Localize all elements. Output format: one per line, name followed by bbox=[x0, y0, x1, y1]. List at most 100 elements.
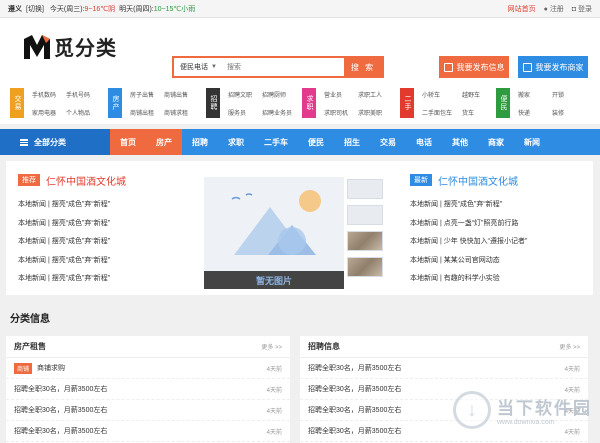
category-item[interactable]: 房子出售 bbox=[130, 90, 154, 100]
news-item[interactable]: 本地新闻 | 摆亮“成色”弃“新程” bbox=[410, 195, 527, 214]
switch-city-link[interactable]: [切换] bbox=[26, 4, 44, 14]
nav-item-house[interactable]: 房产 bbox=[146, 129, 182, 155]
search-button[interactable]: 搜 索 bbox=[344, 58, 382, 76]
category-tag[interactable]: 便民 bbox=[496, 88, 510, 118]
panel-house: 房产租售 更多 >> 商铺 商铺求购 4天前 招聘全职30名，月薪3500左右 4… bbox=[6, 336, 290, 443]
banner-image[interactable]: 暂无图片 bbox=[204, 177, 344, 289]
nav-item-enroll[interactable]: 招生 bbox=[334, 129, 370, 155]
news-latest: 最新 仁怀中国酒文化城 本地新闻 | 摆亮“成色”弃“新程” 本地新闻 | 点亮… bbox=[410, 173, 527, 288]
category-item[interactable]: 手机数码 bbox=[32, 90, 56, 100]
post-info-button[interactable]: 我要发布信息 bbox=[439, 56, 509, 78]
item-time: 4天前 bbox=[266, 408, 282, 415]
item-time: 4天前 bbox=[266, 366, 282, 373]
list-item[interactable]: 招聘全职30名，月薪3500左右 4天前 bbox=[6, 421, 290, 442]
logo-icon bbox=[24, 34, 50, 59]
news-item[interactable]: 本地新闻 | 摆亮“成色”弃“新程” bbox=[18, 251, 126, 270]
category-item[interactable]: 求职工人 bbox=[358, 90, 382, 100]
watermark: ↓ 当下软件园 www.downxia.com bbox=[453, 391, 592, 429]
category-item[interactable]: 装修 bbox=[552, 108, 564, 118]
search-category-select[interactable]: 便民电话 ▼ bbox=[174, 62, 221, 72]
list-item[interactable]: 招聘全职30名，月薪3500左右 4天前 bbox=[6, 379, 290, 400]
nav-item-shop[interactable]: 商家 bbox=[478, 129, 514, 155]
category-tag[interactable]: 求职 bbox=[302, 88, 316, 118]
news-item[interactable]: 本地新闻 | 摆亮“成色”弃“新程” bbox=[18, 214, 126, 233]
category-group-used: 二手 小轿车 越野车 二手面包车 货车 bbox=[400, 88, 480, 118]
city-name: 遵义 bbox=[8, 5, 22, 13]
search-input[interactable] bbox=[220, 58, 344, 76]
category-tag[interactable]: 二手 bbox=[400, 88, 414, 118]
category-item[interactable]: 手机号码 bbox=[66, 90, 90, 100]
nav-item-used-car[interactable]: 二手车 bbox=[254, 129, 298, 155]
news-item[interactable]: 本地新闻 | 摆亮“成色”弃“新程” bbox=[18, 232, 126, 251]
category-item[interactable]: 服务员 bbox=[228, 108, 252, 118]
nav-item-seek[interactable]: 求职 bbox=[218, 129, 254, 155]
nav-item-home[interactable]: 首页 bbox=[110, 129, 146, 155]
news-item[interactable]: 本地新闻 | 少年 快快加入“遵报小记者” bbox=[410, 232, 527, 251]
category-group-house: 房产 房子出售 商铺出售 商铺出租 商铺求租 bbox=[108, 88, 188, 118]
logo-text: 觅分类 bbox=[54, 38, 117, 60]
category-item[interactable]: 商铺出租 bbox=[130, 108, 154, 118]
all-categories-button[interactable]: 全部分类 bbox=[0, 129, 110, 155]
category-item[interactable]: 商铺求租 bbox=[164, 108, 188, 118]
news-item[interactable]: 本地新闻 | 摆亮“成色”弃“新程” bbox=[18, 195, 126, 214]
category-group-trade: 交易 手机数码 手机号码 家用电器 个人物品 bbox=[10, 88, 90, 118]
more-link[interactable]: 更多 >> bbox=[261, 342, 282, 351]
category-tag[interactable]: 房产 bbox=[108, 88, 122, 118]
main-nav: 全部分类 首页 房产 招聘 求职 二手车 便民 招生 交易 电话 其他 商家 新… bbox=[0, 129, 600, 155]
category-group-jobs: 招聘 招聘文职 招聘厨师 服务员 招聘业务员 bbox=[206, 88, 292, 118]
news-item[interactable]: 本地新闻 | 点亮一盏“灯”照亮前行路 bbox=[410, 214, 527, 233]
login-link[interactable]: ◘ 登录 bbox=[572, 4, 592, 14]
list-item[interactable]: 商铺 商铺求购 4天前 bbox=[6, 358, 290, 379]
thumbnail[interactable] bbox=[347, 231, 383, 251]
news-item[interactable]: 本地新闻 | 摆亮“成色”弃“新程” bbox=[18, 269, 126, 288]
news-title[interactable]: 仁怀中国酒文化城 bbox=[46, 173, 126, 188]
category-item[interactable]: 商铺出售 bbox=[164, 90, 188, 100]
panel-title: 招聘信息 bbox=[308, 342, 340, 351]
nav-item-phone[interactable]: 电话 bbox=[406, 129, 442, 155]
category-item[interactable]: 家用电器 bbox=[32, 108, 56, 118]
nav-item-service[interactable]: 便民 bbox=[298, 129, 334, 155]
nav-item-news[interactable]: 新闻 bbox=[514, 129, 550, 155]
category-item[interactable]: 招聘厨师 bbox=[262, 90, 292, 100]
more-link[interactable]: 更多 >> bbox=[559, 342, 580, 351]
nav-item-jobs[interactable]: 招聘 bbox=[182, 129, 218, 155]
category-item[interactable]: 货车 bbox=[462, 108, 480, 118]
category-item[interactable]: 小轿车 bbox=[422, 90, 452, 100]
chevron-down-icon: ▼ bbox=[211, 64, 217, 70]
thumbnail[interactable] bbox=[347, 257, 383, 277]
thumbnail[interactable] bbox=[347, 205, 383, 225]
news-item[interactable]: 本地新闻 | 某某公司官网动态 bbox=[410, 251, 527, 270]
weather-today-value: 9~16℃阴 bbox=[84, 5, 116, 13]
section-title: 分类信息 bbox=[10, 314, 50, 325]
category-item[interactable]: 招聘业务员 bbox=[262, 108, 292, 118]
shop-icon bbox=[522, 62, 532, 72]
category-item[interactable]: 求职美职 bbox=[358, 108, 382, 118]
post-shop-button[interactable]: 我要发布商家 bbox=[518, 56, 588, 78]
category-group-seek: 求职 营业员 求职工人 求职司机 求职美职 bbox=[302, 88, 382, 118]
nav-item-other[interactable]: 其他 bbox=[442, 129, 478, 155]
banner-caption: 暂无图片 bbox=[204, 271, 344, 289]
category-item[interactable]: 二手面包车 bbox=[422, 108, 452, 118]
list-item[interactable]: 招聘全职30名，月薪3500左右 4天前 bbox=[6, 400, 290, 421]
thumbnail[interactable] bbox=[347, 179, 383, 199]
category-item[interactable]: 个人物品 bbox=[66, 108, 90, 118]
category-item[interactable]: 营业员 bbox=[324, 90, 348, 100]
category-item[interactable]: 开锁 bbox=[552, 90, 564, 100]
nav-item-trade[interactable]: 交易 bbox=[370, 129, 406, 155]
category-tag[interactable]: 招聘 bbox=[206, 88, 220, 118]
category-strip: 交易 手机数码 手机号码 家用电器 个人物品 房产 房子出售 商铺出售 商铺出租… bbox=[0, 80, 600, 124]
category-item[interactable]: 越野车 bbox=[462, 90, 480, 100]
news-title[interactable]: 仁怀中国酒文化城 bbox=[438, 173, 518, 188]
category-item[interactable]: 求职司机 bbox=[324, 108, 348, 118]
category-tag[interactable]: 交易 bbox=[10, 88, 24, 118]
category-item[interactable]: 快递 bbox=[518, 108, 530, 118]
watermark-text: 当下软件园 bbox=[497, 399, 592, 418]
category-item[interactable]: 招聘文职 bbox=[228, 90, 252, 100]
site-logo[interactable]: 觅分类 bbox=[24, 32, 117, 61]
news-block: 推荐 仁怀中国酒文化城 本地新闻 | 摆亮“成色”弃“新程” 本地新闻 | 摆亮… bbox=[6, 161, 593, 295]
list-item[interactable]: 招聘全职30名，月薪3500左右 4天前 bbox=[300, 358, 588, 379]
register-link[interactable]: ● 注册 bbox=[544, 4, 564, 14]
news-item[interactable]: 本地新闻 | 有趣的科学小实验 bbox=[410, 269, 527, 288]
category-item[interactable]: 搬家 bbox=[518, 90, 530, 100]
home-link[interactable]: 网站首页 bbox=[508, 4, 536, 14]
